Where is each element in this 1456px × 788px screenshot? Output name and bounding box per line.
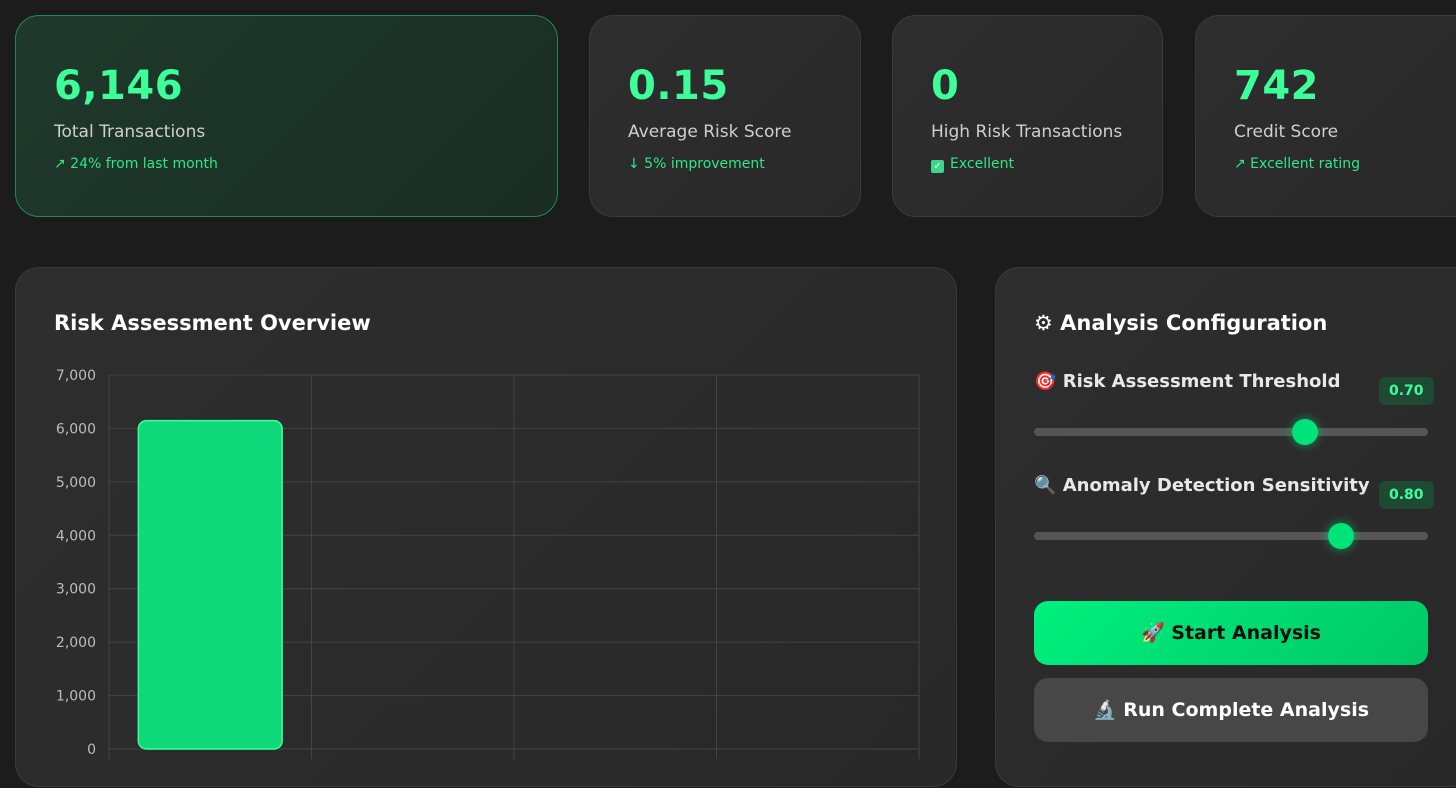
- stat-note: ✓ Excellent: [931, 156, 1162, 173]
- target-icon: 🎯: [1034, 371, 1057, 392]
- stat-value: 742: [1234, 63, 1319, 109]
- stat-card-total-transactions: 6,146 Total Transactions ↗ 24% from last…: [15, 15, 558, 217]
- config-title: ⚙ Analysis Configuration: [1034, 311, 1328, 335]
- y-tick-label: 5,000: [56, 475, 96, 491]
- check-icon: ✓: [931, 160, 944, 173]
- risk-threshold-slider[interactable]: [1034, 428, 1428, 436]
- stat-label: Total Transactions: [54, 122, 206, 142]
- risk-threshold-label-text: Risk Assessment Threshold: [1062, 371, 1341, 392]
- risk-assessment-chart: 0 1,000 2,000 3,000 4,000 5,000 6,000 7,000: [56, 368, 920, 759]
- magnifier-icon: 🔍: [1034, 475, 1057, 496]
- risk-threshold-value: 0.70: [1379, 377, 1434, 405]
- stat-note-text: Excellent: [950, 156, 1014, 172]
- stat-value: 0.15: [628, 63, 729, 109]
- anomaly-sensitivity-label-text: Anomaly Detection Sensitivity: [1062, 475, 1370, 496]
- risk-threshold-slider-thumb[interactable]: [1291, 419, 1318, 445]
- analysis-configuration-panel: ⚙ Analysis Configuration 🎯 Risk Assessme…: [995, 267, 1456, 787]
- y-tick-label: 3,000: [56, 582, 96, 598]
- risk-assessment-overview-panel: Risk Assessment Overview 0 1,000 2,000 3,00…: [15, 267, 957, 787]
- start-analysis-button[interactable]: 🚀 Start Analysis: [1034, 601, 1428, 665]
- y-tick-label: 0: [87, 742, 96, 758]
- stat-card-average-risk-score: 0.15 Average Risk Score ↓ 5% improvement: [589, 15, 861, 217]
- stat-card-credit-score: 742 Credit Score ↗ Excellent rating: [1195, 15, 1456, 217]
- anomaly-sensitivity-label: 🔍 Anomaly Detection Sensitivity: [1034, 475, 1370, 496]
- y-tick-label: 2,000: [56, 635, 96, 651]
- stat-value: 6,146: [54, 63, 184, 109]
- stat-note: ↗ Excellent rating: [1234, 156, 1361, 172]
- anomaly-sensitivity-value: 0.80: [1379, 481, 1434, 509]
- anomaly-sensitivity-slider[interactable]: [1034, 532, 1428, 540]
- stat-value: 0: [931, 63, 960, 109]
- stat-label: Average Risk Score: [628, 122, 792, 142]
- stat-label: High Risk Transactions: [931, 122, 1123, 142]
- stat-card-high-risk-transactions: 0 High Risk Transactions ✓ Excellent: [892, 15, 1163, 217]
- risk-threshold-label: 🎯 Risk Assessment Threshold: [1034, 371, 1340, 392]
- y-tick-label: 4,000: [56, 528, 96, 544]
- run-complete-analysis-button[interactable]: 🔬 Run Complete Analysis: [1034, 678, 1428, 742]
- anomaly-sensitivity-slider-thumb[interactable]: [1328, 523, 1355, 549]
- bar[interactable]: [137, 419, 283, 750]
- y-tick-label: 6,000: [56, 421, 96, 437]
- stat-note: ↗ 24% from last month: [54, 156, 218, 172]
- y-tick-label: 1,000: [56, 689, 96, 705]
- stat-note: ↓ 5% improvement: [628, 156, 765, 172]
- y-tick-label: 7,000: [56, 368, 96, 384]
- stat-label: Credit Score: [1234, 122, 1339, 142]
